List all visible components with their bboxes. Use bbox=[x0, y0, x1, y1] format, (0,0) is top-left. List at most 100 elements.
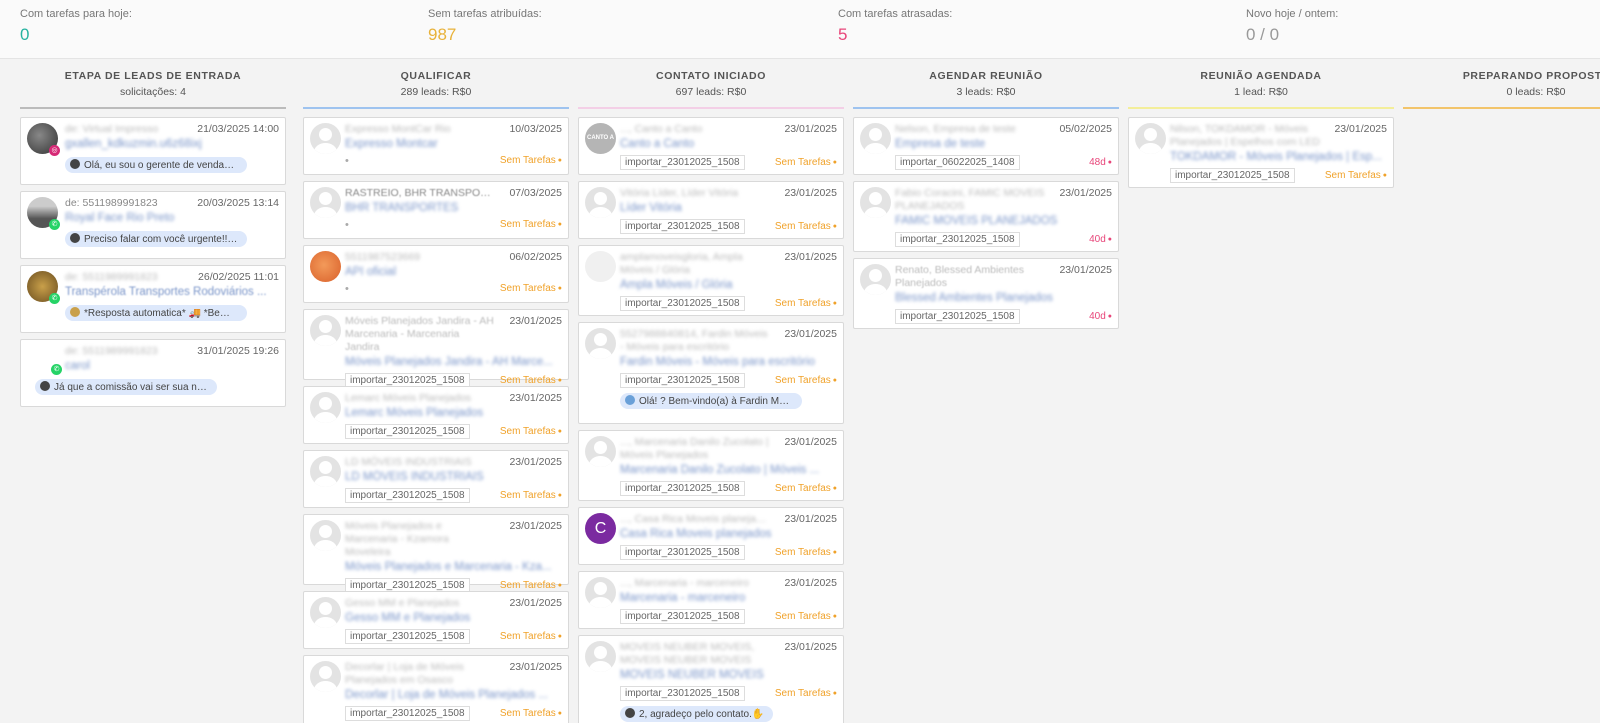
card-name[interactable]: Decorlar | Loja de Móveis Planejados ... bbox=[345, 688, 562, 703]
column-title: AGENDAR REUNIÃO bbox=[929, 70, 1043, 82]
avatar bbox=[310, 661, 341, 692]
lead-card[interactable]: LD MÓVEIS INDUSTRIAIS 23/01/2025 LD MÓVEI… bbox=[303, 450, 569, 508]
lead-card[interactable]: C ..., Casa Rica Moveis planejados 23/01/… bbox=[578, 507, 844, 565]
column-title: REUNIÃO AGENDADA bbox=[1200, 70, 1322, 82]
stat-label: Com tarefas atrasadas: bbox=[838, 8, 953, 20]
card-name[interactable]: Casa Rica Moveis planejados bbox=[620, 527, 837, 542]
lead-card[interactable]: ..., Marcenaria - marceneiro 23/01/2025 M… bbox=[578, 571, 844, 629]
task-status[interactable]: Sem Tarefas bbox=[500, 631, 562, 642]
card-name[interactable]: Líder Vitória bbox=[620, 201, 837, 216]
card-name[interactable]: Expresso Montcar bbox=[345, 137, 562, 152]
card-name[interactable]: Royal Face Rio Preto bbox=[65, 211, 279, 226]
task-status[interactable]: Sem Tarefas bbox=[500, 375, 562, 386]
lead-card[interactable]: amplamoveisgloria, Ampla Móveis / Glória… bbox=[578, 245, 844, 316]
column-agendar-reuniao: AGENDAR REUNIÃO 3 leads: R$0 Nelson, Emp… bbox=[853, 59, 1119, 335]
task-status[interactable]: Sem Tarefas bbox=[775, 611, 837, 622]
lead-card[interactable]: Expresso MontCar Rio 10/03/2025 Expresso … bbox=[303, 117, 569, 175]
card-contact: ..., Marcenaria Danilo Zucolato | Móveis… bbox=[620, 436, 769, 461]
column-header: CONTATO INICIADO 697 leads: R$0 bbox=[578, 59, 844, 109]
task-status[interactable]: Sem Tarefas bbox=[775, 157, 837, 168]
overdue-indicator[interactable]: 40d bbox=[1089, 311, 1112, 322]
lead-card[interactable]: Decorlar | Loja de Móveis Planejados em … bbox=[303, 655, 569, 723]
lead-card[interactable]: 5511987523669 06/02/2025 API oficial • Sem… bbox=[303, 245, 569, 303]
card-contact: de: 5511989991823 bbox=[65, 197, 158, 209]
lead-card[interactable]: ..., Marcenaria Danilo Zucolato | Móveis… bbox=[578, 430, 844, 501]
card-name[interactable]: MOVEIS NEUBER MOVEIS bbox=[620, 668, 837, 683]
card-name[interactable]: Gesso MM e Planejados bbox=[345, 611, 562, 626]
incoming-card[interactable]: ◎ de: Virtual Impresso 21/03/2025 14:00 g… bbox=[20, 117, 286, 185]
task-status[interactable]: Sem Tarefas bbox=[775, 298, 837, 309]
lead-card[interactable]: Nilson, TOKDAMOR - Móveis Planejados | E… bbox=[1128, 117, 1394, 188]
card-date: 23/01/2025 bbox=[509, 392, 562, 404]
card-name[interactable]: BHR TRANSPORTES bbox=[345, 201, 562, 216]
card-name[interactable]: Fardin Móveis - Móveis para escritório bbox=[620, 355, 837, 370]
lead-card[interactable]: Móveis Planejados Jandira - AH Marcenari… bbox=[303, 309, 569, 388]
card-name[interactable]: API oficial bbox=[345, 265, 562, 280]
task-status[interactable]: Sem Tarefas bbox=[500, 426, 562, 437]
task-status[interactable]: Sem Tarefas bbox=[775, 688, 837, 699]
card-name[interactable]: LD MÓVEIS INDUSTRIAIS bbox=[345, 470, 562, 485]
card-contact: Nelson, Empresa de teste bbox=[895, 123, 1016, 135]
card-name[interactable]: FAMIC MOVEIS PLANEJADOS bbox=[895, 214, 1112, 229]
card-name[interactable]: Marcenaria Danilo Zucolato | Móveis ... bbox=[620, 463, 837, 478]
lead-card[interactable]: 5527988840814, Fardin Móveis - Móveis pa… bbox=[578, 322, 844, 424]
card-date: 23/01/2025 bbox=[1334, 123, 1387, 135]
task-status[interactable]: Sem Tarefas bbox=[500, 708, 562, 719]
message-preview: *Resposta automatica* 🚚 *Bem-... bbox=[65, 305, 247, 321]
card-name[interactable]: Transpérola Transportes Rodoviários ... bbox=[65, 285, 279, 300]
card-name[interactable]: Canto a Canto bbox=[620, 137, 837, 152]
message-text: Olá! ? Bem-vindo(a) à Fardin Móv... bbox=[639, 396, 798, 407]
lead-card[interactable]: Vitória Líder, Líder Vitória 23/01/2025 L… bbox=[578, 181, 844, 239]
overdue-indicator[interactable]: 48d bbox=[1089, 157, 1112, 168]
task-status[interactable]: Sem Tarefas bbox=[500, 283, 562, 294]
card-name[interactable]: Lemarc Móveis Planejados bbox=[345, 406, 562, 421]
card-date: 23/01/2025 bbox=[509, 597, 562, 609]
avatar bbox=[860, 187, 891, 218]
stat-value[interactable]: 987 bbox=[428, 25, 542, 45]
task-status[interactable]: Sem Tarefas bbox=[500, 490, 562, 501]
card-date: 23/01/2025 bbox=[1059, 187, 1112, 199]
overdue-indicator[interactable]: 40d bbox=[1089, 234, 1112, 245]
column-summary: 697 leads: R$0 bbox=[675, 86, 747, 98]
stat-value[interactable]: 0 bbox=[20, 25, 132, 45]
card-name[interactable]: gxallen_kdkuzmin.u6z68ixj bbox=[65, 137, 279, 152]
import-tag: importar_23012025_1508 bbox=[345, 706, 470, 721]
incoming-card[interactable]: ✆ de: 5511989991823 31/01/2025 19:26 caro… bbox=[20, 339, 286, 407]
card-name[interactable]: Blessed Ambientes Planejados bbox=[895, 291, 1112, 306]
lead-card[interactable]: Nelson, Empresa de teste 05/02/2025 Empre… bbox=[853, 117, 1119, 175]
message-avatar-icon bbox=[70, 233, 80, 243]
card-name[interactable]: Móveis Planejados e Marcenaria - Kza... bbox=[345, 560, 562, 575]
stat-value[interactable]: 5 bbox=[838, 25, 952, 45]
lead-card[interactable]: Renato, Blessed Ambientes Planejados 23/0… bbox=[853, 258, 1119, 329]
avatar bbox=[310, 597, 341, 628]
incoming-card[interactable]: ✆ de: 5511989991823 20/03/2025 13:14 Roya… bbox=[20, 191, 286, 259]
task-status[interactable]: Sem Tarefas bbox=[500, 580, 562, 591]
card-name[interactable]: Ampla Móveis / Glória bbox=[620, 278, 837, 293]
avatar bbox=[1135, 123, 1166, 154]
import-tag: importar_23012025_1508 bbox=[620, 686, 745, 701]
card-name[interactable]: carol bbox=[65, 359, 279, 374]
task-status[interactable]: Sem Tarefas bbox=[775, 547, 837, 558]
lead-card[interactable]: Lemarc Móveis Planejados 23/01/2025 Lemar… bbox=[303, 386, 569, 444]
card-name[interactable]: Marcenaria - marceneiro bbox=[620, 591, 837, 606]
lead-card[interactable]: Móveis Planejados e Marcenaria - Kzamora… bbox=[303, 514, 569, 593]
lead-card[interactable]: Fabio Coracini, FAMIC MOVEIS PLANEJADOS 2… bbox=[853, 181, 1119, 252]
lead-card[interactable]: CANTO A CANTO ..., Canto a Canto 23/01/20… bbox=[578, 117, 844, 175]
stat-value[interactable]: 0 / 0 bbox=[1246, 25, 1338, 45]
task-status[interactable]: Sem Tarefas bbox=[775, 483, 837, 494]
card-contact: MOVEIS NEUBER MOVEIS, MOVEIS NEUBER MOVE… bbox=[620, 641, 755, 666]
task-status[interactable]: Sem Tarefas bbox=[500, 219, 562, 230]
task-status[interactable]: Sem Tarefas bbox=[775, 375, 837, 386]
lead-card[interactable]: RASTREIO, BHR TRANSPORTES 07/03/2025 BHR … bbox=[303, 181, 569, 239]
lead-card[interactable]: Gesso MM e Planejados 23/01/2025 Gesso MM… bbox=[303, 591, 569, 649]
lead-card[interactable]: MOVEIS NEUBER MOVEIS, MOVEIS NEUBER MOVE… bbox=[578, 635, 844, 723]
incoming-card[interactable]: ✆ de: 5511989991823 26/02/2025 11:01 Tran… bbox=[20, 265, 286, 333]
task-status[interactable]: Sem Tarefas bbox=[775, 221, 837, 232]
task-status[interactable]: Sem Tarefas bbox=[500, 155, 562, 166]
card-name[interactable]: Móveis Planejados Jandira - AH Marce... bbox=[345, 355, 562, 370]
card-name[interactable]: TOKDAMOR - Móveis Planejados | Esp... bbox=[1170, 150, 1387, 165]
import-tag: importar_23012025_1508 bbox=[895, 232, 1020, 247]
task-status[interactable]: Sem Tarefas bbox=[1325, 170, 1387, 181]
import-tag: importar_23012025_1508 bbox=[345, 629, 470, 644]
card-name[interactable]: Empresa de teste bbox=[895, 137, 1112, 152]
